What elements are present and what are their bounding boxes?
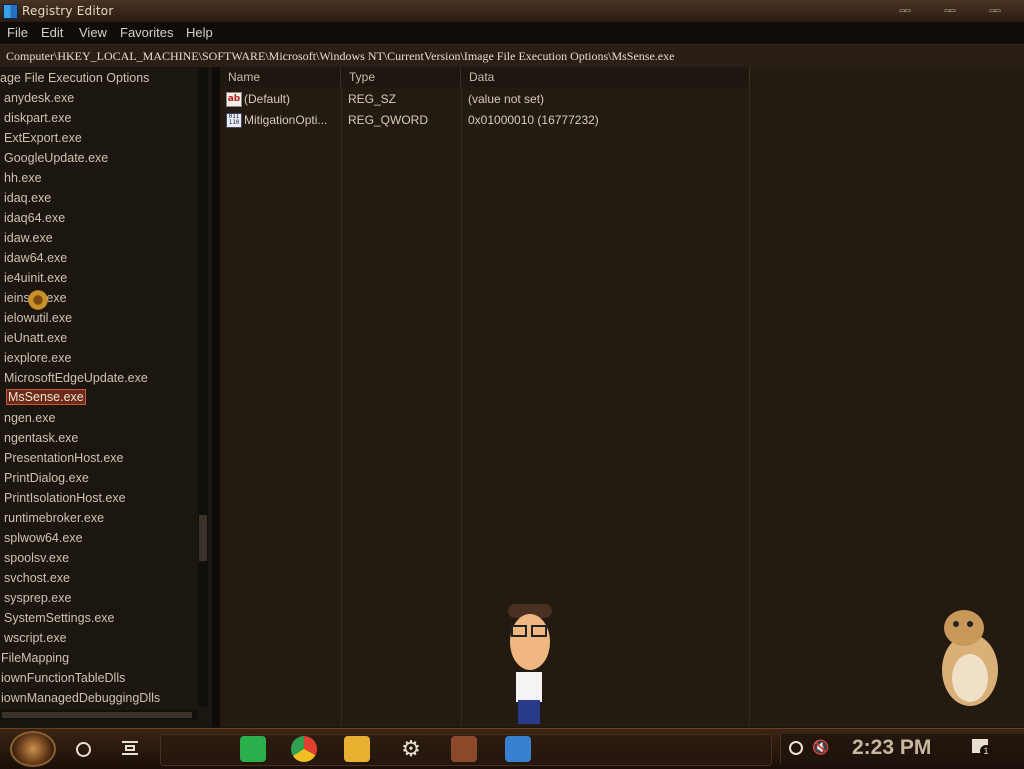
- table-row[interactable]: 011 110 MitigationOpti... REG_QWORD 0x010…: [220, 110, 1024, 130]
- address-path[interactable]: Computer\HKEY_LOCAL_MACHINE\SOFTWARE\Mic…: [6, 49, 674, 64]
- address-bar[interactable]: Computer\HKEY_LOCAL_MACHINE\SOFTWARE\Mic…: [0, 44, 1024, 68]
- chrome-icon[interactable]: [291, 736, 317, 762]
- maximize-button[interactable]: ▭▭: [935, 5, 965, 17]
- tree-item[interactable]: ExtExport.exe: [4, 129, 82, 147]
- value-name: MitigationOpti...: [244, 113, 328, 127]
- tree-item[interactable]: ie4uinit.exe: [4, 269, 67, 287]
- menu-view[interactable]: View: [79, 25, 107, 40]
- search-icon[interactable]: [76, 742, 91, 757]
- tree-item[interactable]: PrintDialog.exe: [4, 469, 89, 487]
- tree-item[interactable]: ngen.exe: [4, 409, 55, 427]
- tree-item[interactable]: PresentationHost.exe: [4, 449, 124, 467]
- registry-editor-icon[interactable]: [505, 736, 531, 762]
- menu-bar: File Edit View Favorites Help: [0, 22, 1024, 44]
- cartoon-man-figure: [508, 604, 552, 724]
- tree-vertical-scroll-thumb[interactable]: [199, 515, 207, 561]
- tree-item[interactable]: GoogleUpdate.exe: [4, 149, 108, 167]
- string-value-icon: ab: [226, 92, 242, 107]
- spotify-icon[interactable]: [240, 736, 266, 762]
- file-explorer-icon[interactable]: [344, 736, 370, 762]
- tree-item[interactable]: idaq64.exe: [4, 209, 65, 227]
- close-button[interactable]: ▭▭: [980, 5, 1010, 17]
- tree-item[interactable]: spoolsv.exe: [4, 549, 69, 567]
- notifications-icon[interactable]: 1: [972, 739, 992, 757]
- notification-count-badge: 1: [980, 745, 992, 757]
- hamster-figure: [942, 610, 998, 706]
- tree-item[interactable]: age File Execution Options: [0, 69, 149, 87]
- column-divider: [461, 87, 462, 727]
- tree-item[interactable]: sysprep.exe: [4, 589, 71, 607]
- tree-item[interactable]: wscript.exe: [4, 629, 67, 647]
- tree-item[interactable]: idaw.exe: [4, 229, 53, 247]
- tree-item[interactable]: MicrosoftEdgeUpdate.exe: [4, 369, 148, 387]
- column-header-name[interactable]: Name: [220, 67, 341, 87]
- tree-item[interactable]: ngentask.exe: [4, 429, 78, 447]
- registry-editor-icon: [3, 4, 18, 19]
- tree-item[interactable]: svchost.exe: [4, 569, 70, 587]
- start-button[interactable]: [10, 731, 56, 767]
- column-header-data[interactable]: Data: [461, 67, 750, 87]
- value-type: REG_SZ: [348, 92, 397, 106]
- value-data: (value not set): [468, 92, 545, 106]
- tree-item[interactable]: MsSense.exe: [4, 389, 86, 407]
- menu-help[interactable]: Help: [186, 25, 213, 40]
- value-type: REG_QWORD: [348, 113, 429, 127]
- tree-item[interactable]: anydesk.exe: [4, 89, 74, 107]
- binary-value-icon: 011 110: [226, 113, 242, 128]
- tree-item[interactable]: SystemSettings.exe: [4, 609, 114, 627]
- tree-vertical-scrollbar[interactable]: [198, 67, 208, 707]
- tree-item[interactable]: idaw64.exe: [4, 249, 67, 267]
- tree-item[interactable]: iownFunctionTableDlls: [1, 669, 125, 687]
- values-list[interactable]: Name Type Data ab (Default) REG_SZ (valu…: [220, 67, 1024, 727]
- menu-edit[interactable]: Edit: [41, 25, 63, 40]
- value-name: (Default): [244, 92, 291, 106]
- tree-item[interactable]: runtimebroker.exe: [4, 509, 104, 527]
- tree-item-selected[interactable]: MsSense.exe: [6, 389, 86, 405]
- window-title: Registry Editor: [22, 4, 114, 18]
- pane-splitter[interactable]: [212, 67, 220, 727]
- busy-cursor-icon: [26, 288, 50, 312]
- tree-item[interactable]: ieUnatt.exe: [4, 329, 67, 347]
- tree-horizontal-scroll-thumb[interactable]: [2, 712, 192, 718]
- column-header-type[interactable]: Type: [341, 67, 461, 87]
- network-icon[interactable]: [789, 741, 803, 755]
- value-data: 0x01000010 (16777232): [468, 113, 599, 127]
- column-divider: [341, 87, 342, 727]
- key-tree[interactable]: age File Execution Options anydesk.exe d…: [0, 67, 212, 727]
- taskbar-clock[interactable]: 2:23 PM: [852, 736, 931, 760]
- menu-file[interactable]: File: [7, 25, 28, 40]
- settings-icon[interactable]: ⚙: [398, 736, 424, 762]
- tree-item[interactable]: diskpart.exe: [4, 109, 71, 127]
- tree-item[interactable]: idaq.exe: [4, 189, 51, 207]
- title-bar: Registry Editor ▭▭ ▭▭ ▭▭: [0, 0, 1024, 23]
- volume-muted-icon[interactable]: 🔇: [812, 739, 829, 756]
- tree-item[interactable]: FileMapping: [1, 649, 69, 667]
- app-icon[interactable]: [451, 736, 477, 762]
- menu-favorites[interactable]: Favorites: [120, 25, 173, 40]
- table-row[interactable]: ab (Default) REG_SZ (value not set): [220, 89, 1024, 109]
- tree-item[interactable]: PrintIsolationHost.exe: [4, 489, 126, 507]
- column-divider: [749, 87, 750, 727]
- tree-item[interactable]: iownManagedDebuggingDlls: [1, 689, 160, 707]
- task-view-icon[interactable]: [122, 741, 138, 755]
- tree-item[interactable]: iexplore.exe: [4, 349, 71, 367]
- minimize-button[interactable]: ▭▭: [890, 5, 920, 17]
- tree-item[interactable]: hh.exe: [4, 169, 42, 187]
- tree-item[interactable]: splwow64.exe: [4, 529, 83, 547]
